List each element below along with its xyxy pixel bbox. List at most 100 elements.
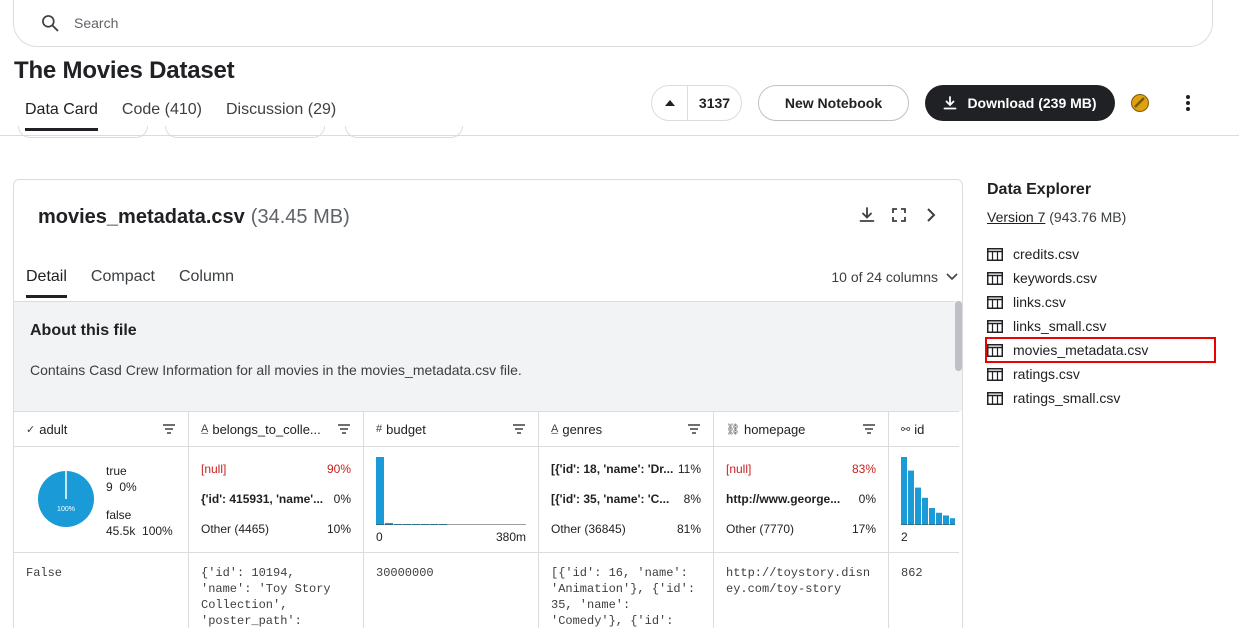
stat-pct: 11% <box>677 462 701 476</box>
file-item-ratings-small[interactable]: ratings_small.csv <box>987 386 1148 410</box>
histogram <box>901 457 955 525</box>
text-type-icon: A̲ <box>551 423 559 435</box>
download-icon[interactable] <box>858 206 876 224</box>
column-genres: A̲ genres [{'id': 18, 'name': 'Dr... 11% [… <box>539 411 714 628</box>
new-notebook-button[interactable]: New Notebook <box>758 85 909 121</box>
file-item-ratings[interactable]: ratings.csv <box>987 362 1148 386</box>
cell-value: 30000000 <box>376 566 434 580</box>
version-link[interactable]: Version 7 <box>987 209 1045 225</box>
column-selector[interactable]: 10 of 24 columns <box>831 269 958 285</box>
table-icon <box>987 247 1003 261</box>
histogram-bar <box>936 512 942 525</box>
stat-label: http://www.george... <box>726 492 841 506</box>
column-header[interactable]: ✓ adult <box>14 411 188 447</box>
hash-icon: # <box>376 423 383 435</box>
cell-value: [{'id': 16, 'name': 'Animation'}, {'id':… <box>551 566 696 628</box>
file-item-label: links.csv <box>1013 294 1066 310</box>
medal-icon <box>1131 94 1149 112</box>
tab-detail[interactable]: Detail <box>26 268 67 298</box>
column-header[interactable]: A̲ belongs_to_colle... <box>189 411 363 447</box>
search-bar[interactable] <box>13 0 1213 47</box>
stat-row: [{'id': 35, 'name': 'C... 8% <box>551 492 701 506</box>
download-button[interactable]: Download (239 MB) <box>925 85 1115 121</box>
stat-pct: 17% <box>851 522 876 536</box>
pie-chart: 100% <box>38 471 94 527</box>
column-header[interactable]: ⛓ homepage <box>714 411 888 447</box>
column-id: ⚯ id 2 862 <box>889 411 959 628</box>
table-icon <box>987 295 1003 309</box>
sort-icon[interactable] <box>512 423 526 435</box>
column-name: adult <box>39 421 68 437</box>
view-tabs: Detail Compact Column <box>26 268 234 298</box>
about-file-section: About this file Contains Casd Crew Infor… <box>14 301 954 411</box>
search-input[interactable] <box>74 15 474 31</box>
histogram-axis: 0 380m <box>376 530 526 544</box>
more-options-icon[interactable] <box>1178 93 1198 113</box>
column-header[interactable]: ⚯ id <box>889 411 959 447</box>
stat-row: [null] 83% <box>726 462 876 476</box>
tab-compact[interactable]: Compact <box>91 268 155 298</box>
scrollbar-thumb[interactable] <box>955 301 962 371</box>
version-size: (943.76 MB) <box>1049 209 1127 225</box>
chip-fragment <box>345 126 463 138</box>
chevron-right-icon[interactable] <box>922 206 940 224</box>
version-info: Version 7 (943.76 MB) <box>987 209 1126 225</box>
column-name: genres <box>562 421 603 437</box>
histogram-bar <box>915 487 921 525</box>
histogram-axis: 2 <box>901 530 947 544</box>
column-header[interactable]: # budget <box>364 411 538 447</box>
upvote-button[interactable] <box>652 86 688 120</box>
stat-pct: 90% <box>326 462 351 476</box>
sort-icon[interactable] <box>687 423 701 435</box>
stat-row: http://www.george... 0% <box>726 492 876 506</box>
hist-max: 380m <box>495 530 526 544</box>
stat-pct: 8% <box>683 492 701 506</box>
column-budget: # budget 0 380m 30000000 <box>364 411 539 628</box>
stat-row: [{'id': 18, 'name': 'Dr... 11% <box>551 462 701 476</box>
file-item-links[interactable]: links.csv <box>987 290 1148 314</box>
column-count-label: 10 of 24 columns <box>831 269 938 285</box>
sort-icon[interactable] <box>162 423 176 435</box>
tab-column[interactable]: Column <box>179 268 234 298</box>
file-item-credits[interactable]: credits.csv <box>987 242 1148 266</box>
histogram-bar <box>943 515 949 525</box>
file-item-label: ratings.csv <box>1013 366 1080 382</box>
file-item-links-small[interactable]: links_small.csv <box>987 314 1148 338</box>
scrollbar[interactable] <box>954 301 962 411</box>
about-title: About this file <box>30 322 137 339</box>
key-icon: ⚯ <box>901 423 911 436</box>
histogram-bar <box>901 457 907 525</box>
header-divider <box>0 135 1239 136</box>
column-summary: [null] 90% {'id': 415931, 'name'... 0% Oth… <box>189 447 363 553</box>
stat-label: [{'id': 18, 'name': 'Dr... <box>551 462 674 476</box>
vote-count: 3137 <box>698 95 731 111</box>
upvote-control[interactable]: 3137 <box>651 85 742 121</box>
chevron-down-icon <box>946 273 958 281</box>
file-item-label: credits.csv <box>1013 246 1080 262</box>
pie-true-pct: 0% <box>119 480 137 494</box>
histogram-bar <box>950 518 955 525</box>
file-actions <box>858 206 940 224</box>
file-title: movies_metadata.csv (34.45 MB) <box>38 206 350 229</box>
histogram-bar <box>929 508 935 525</box>
stat-label: [null] <box>726 462 752 476</box>
file-item-label: links_small.csv <box>1013 318 1107 334</box>
column-summary: [null] 83% http://www.george... 0% Other (… <box>714 447 888 553</box>
file-item-keywords[interactable]: keywords.csv <box>987 266 1148 290</box>
pie-true-label: true <box>106 464 127 478</box>
check-icon: ✓ <box>26 423 36 436</box>
sort-icon[interactable] <box>862 423 876 435</box>
column-summary: 100% true 9 0% false 45.5k 100% <box>14 447 188 553</box>
sort-icon[interactable] <box>337 423 351 435</box>
column-belongs-to-collection: A̲ belongs_to_colle... [null] 90% {'id': 4… <box>189 411 364 628</box>
text-type-icon: A̲ <box>201 423 209 435</box>
pie-false-count: 45.5k <box>106 524 136 538</box>
column-header[interactable]: A̲ genres <box>539 411 713 447</box>
column-name: id <box>914 421 925 437</box>
about-text: Contains Casd Crew Information for all m… <box>30 362 522 378</box>
column-name: belongs_to_colle... <box>212 421 321 437</box>
cell-value: {'id': 10194, 'name': 'Toy Story Collect… <box>201 566 331 628</box>
table-icon <box>987 319 1003 333</box>
fullscreen-icon[interactable] <box>890 206 908 224</box>
file-name: movies_metadata.csv <box>38 206 245 228</box>
